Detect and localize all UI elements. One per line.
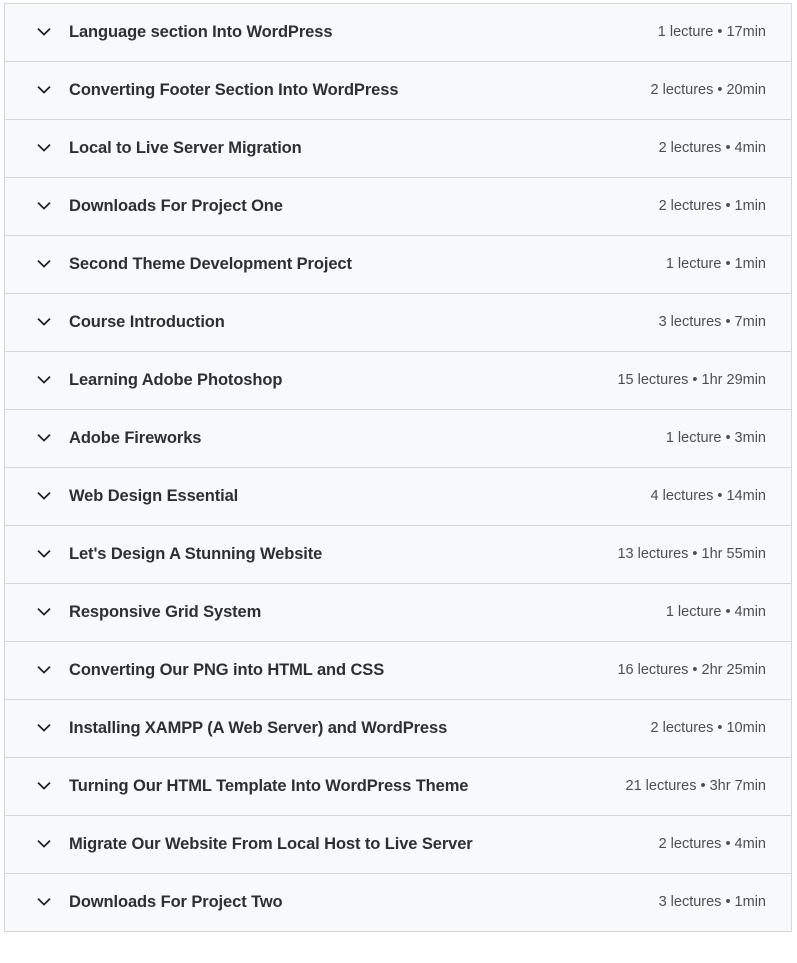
section-meta: 3 lectures • 7min: [658, 313, 766, 330]
section-meta: 13 lectures • 1hr 55min: [617, 545, 766, 562]
chevron-down-icon[interactable]: [36, 140, 52, 156]
section-row-left: Turning Our HTML Template Into WordPress…: [36, 777, 606, 797]
section-meta: 2 lectures • 1min: [658, 197, 766, 214]
section-meta: 3 lectures • 1min: [658, 893, 766, 910]
section-meta: 21 lectures • 3hr 7min: [625, 777, 766, 794]
section-title: Learning Adobe Photoshop: [69, 370, 283, 389]
section-title: Downloads For Project One: [69, 196, 283, 215]
section-row-left: Adobe Fireworks: [36, 429, 646, 449]
section-row[interactable]: Let's Design A Stunning Website 13 lectur…: [5, 526, 791, 584]
section-row[interactable]: Local to Live Server Migration 2 lectures…: [5, 120, 791, 178]
section-meta: 1 lecture • 3min: [665, 429, 766, 446]
section-title: Migrate Our Website From Local Host to L…: [69, 834, 473, 853]
section-row-left: Responsive Grid System: [36, 603, 646, 623]
chevron-down-icon[interactable]: [36, 82, 52, 98]
chevron-down-icon[interactable]: [36, 604, 52, 620]
chevron-down-icon[interactable]: [36, 314, 52, 330]
section-row[interactable]: Second Theme Development Project 1 lectur…: [5, 236, 791, 294]
section-row[interactable]: Adobe Fireworks 1 lecture • 3min: [5, 410, 791, 468]
section-row[interactable]: Converting Our PNG into HTML and CSS 16 l…: [5, 642, 791, 700]
section-title: Responsive Grid System: [69, 602, 262, 621]
section-row-left: Converting Footer Section Into WordPress: [36, 81, 631, 101]
section-row-left: Let's Design A Stunning Website: [36, 545, 597, 565]
chevron-down-icon[interactable]: [36, 894, 52, 910]
section-title: Let's Design A Stunning Website: [69, 544, 323, 563]
chevron-down-icon[interactable]: [36, 488, 52, 504]
chevron-down-icon[interactable]: [36, 546, 52, 562]
section-row[interactable]: Installing XAMPP (A Web Server) and Word…: [5, 700, 791, 758]
chevron-down-icon[interactable]: [36, 256, 52, 272]
section-title: Local to Live Server Migration: [69, 138, 302, 157]
section-row-left: Local to Live Server Migration: [36, 139, 639, 159]
chevron-down-icon[interactable]: [36, 372, 52, 388]
section-row-left: Migrate Our Website From Local Host to L…: [36, 835, 639, 855]
section-row[interactable]: Course Introduction 3 lectures • 7min: [5, 294, 791, 352]
section-meta: 2 lectures • 20min: [650, 81, 767, 98]
chevron-down-icon[interactable]: [36, 662, 52, 678]
section-row[interactable]: Turning Our HTML Template Into WordPress…: [5, 758, 791, 816]
chevron-down-icon[interactable]: [36, 720, 52, 736]
section-title: Second Theme Development Project: [69, 254, 352, 273]
section-row[interactable]: Web Design Essential 4 lectures • 14min: [5, 468, 791, 526]
section-row-left: Second Theme Development Project: [36, 255, 646, 275]
section-title: Converting Footer Section Into WordPress: [69, 80, 399, 99]
section-row-left: Language section Into WordPress: [36, 23, 638, 43]
section-meta: 2 lectures • 4min: [658, 835, 766, 852]
section-meta: 4 lectures • 14min: [650, 487, 767, 504]
section-title: Adobe Fireworks: [69, 428, 202, 447]
section-row-left: Course Introduction: [36, 313, 639, 333]
chevron-down-icon[interactable]: [36, 24, 52, 40]
section-title: Turning Our HTML Template Into WordPress…: [69, 776, 469, 795]
section-meta: 16 lectures • 2hr 25min: [617, 661, 766, 678]
chevron-down-icon[interactable]: [36, 778, 52, 794]
chevron-down-icon[interactable]: [36, 198, 52, 214]
section-row-left: Learning Adobe Photoshop: [36, 371, 597, 391]
section-row[interactable]: Responsive Grid System 1 lecture • 4min: [5, 584, 791, 642]
section-row[interactable]: Downloads For Project One 2 lectures • 1m…: [5, 178, 791, 236]
section-row-left: Installing XAMPP (A Web Server) and Word…: [36, 719, 631, 739]
section-meta: 1 lecture • 4min: [665, 603, 766, 620]
section-meta: 2 lectures • 10min: [650, 719, 767, 736]
section-title: Installing XAMPP (A Web Server) and Word…: [69, 718, 448, 737]
section-row[interactable]: Migrate Our Website From Local Host to L…: [5, 816, 791, 874]
section-row[interactable]: Language section Into WordPress 1 lecture…: [5, 4, 791, 62]
section-title: Converting Our PNG into HTML and CSS: [69, 660, 385, 679]
section-row[interactable]: Learning Adobe Photoshop 15 lectures • 1h…: [5, 352, 791, 410]
section-meta: 1 lecture • 17min: [657, 23, 766, 40]
chevron-down-icon[interactable]: [36, 836, 52, 852]
section-row-left: Downloads For Project Two: [36, 893, 639, 913]
section-row-left: Downloads For Project One: [36, 197, 639, 217]
course-curriculum-accordion: Language section Into WordPress 1 lecture…: [4, 3, 792, 932]
section-meta: 15 lectures • 1hr 29min: [617, 371, 766, 388]
section-row[interactable]: Converting Footer Section Into WordPress…: [5, 62, 791, 120]
section-title: Language section Into WordPress: [69, 22, 333, 41]
chevron-down-icon[interactable]: [36, 430, 52, 446]
section-meta: 2 lectures • 4min: [658, 139, 766, 156]
section-title: Web Design Essential: [69, 486, 239, 505]
section-title: Downloads For Project Two: [69, 892, 283, 911]
section-row[interactable]: Downloads For Project Two 3 lectures • 1m…: [5, 874, 791, 932]
section-meta: 1 lecture • 1min: [665, 255, 766, 272]
section-row-left: Converting Our PNG into HTML and CSS: [36, 661, 597, 681]
section-row-left: Web Design Essential: [36, 487, 631, 507]
section-title: Course Introduction: [69, 312, 225, 331]
